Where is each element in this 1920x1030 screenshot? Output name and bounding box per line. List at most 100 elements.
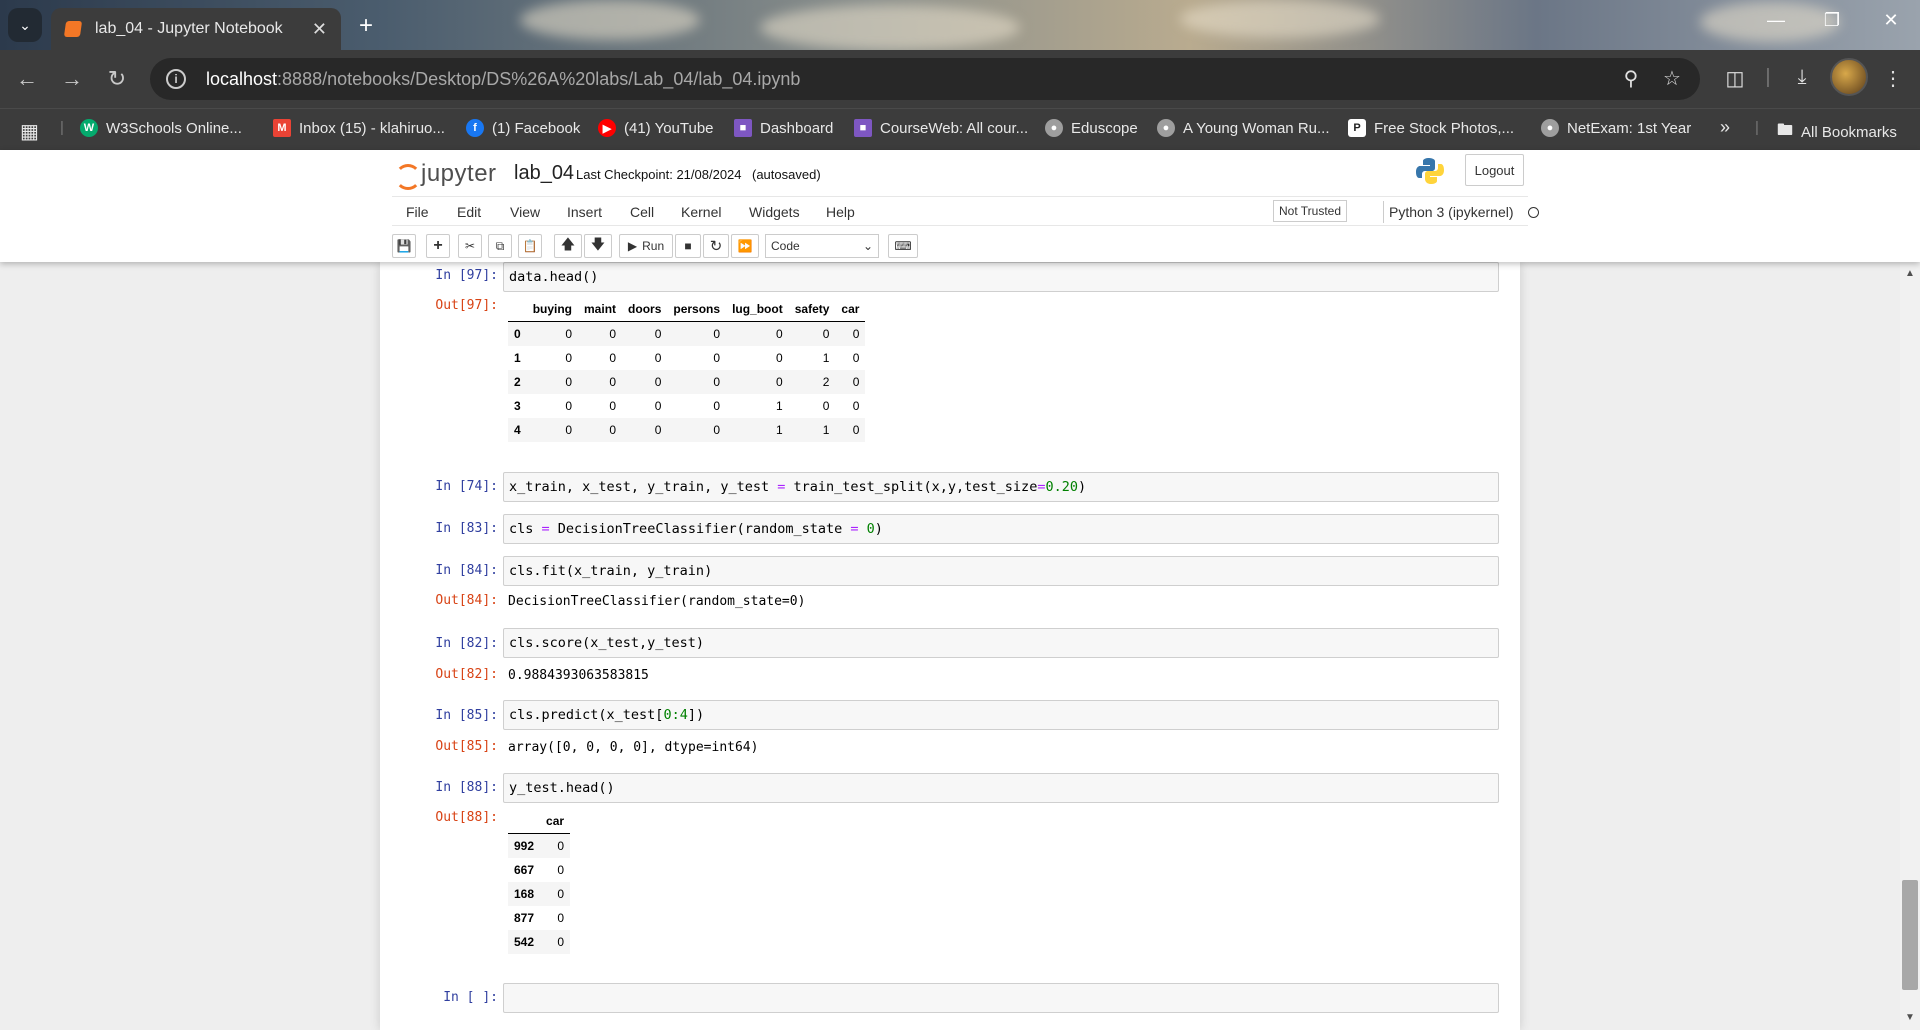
copy-icon[interactable]: ⧉ bbox=[488, 234, 512, 258]
empty-code-cell-input[interactable] bbox=[503, 983, 1499, 1013]
wallpaper-cloud bbox=[1180, 0, 1380, 38]
code-cell-input[interactable]: data.head() bbox=[503, 262, 1499, 292]
bookmark-pexels[interactable]: P Free Stock Photos,... bbox=[1348, 119, 1514, 137]
forward-icon[interactable]: → bbox=[57, 66, 87, 92]
insert-cell-icon[interactable]: + bbox=[426, 234, 450, 258]
jupyter-logo[interactable]: jupyter bbox=[393, 160, 497, 190]
back-icon[interactable]: ← bbox=[12, 66, 42, 92]
bookmark-star-icon[interactable]: ☆ bbox=[1657, 66, 1687, 91]
run-icon: ▶ bbox=[627, 239, 638, 253]
scroll-down-icon[interactable]: ▼ bbox=[1900, 1012, 1920, 1023]
bookmark-netexam[interactable]: ● NetExam: 1st Year bbox=[1541, 119, 1691, 137]
code-number: 4 bbox=[679, 707, 688, 723]
table-cell: 0 bbox=[852, 351, 860, 365]
globe-icon: ● bbox=[1157, 119, 1175, 137]
checkpoint-status: Last Checkpoint: 21/08/2024 bbox=[576, 167, 742, 182]
menu-file[interactable]: File bbox=[406, 204, 429, 220]
all-bookmarks-button[interactable]: 🖿 All Bookmarks bbox=[1777, 119, 1897, 146]
table-cell: 0 bbox=[609, 375, 617, 389]
address-bar[interactable]: i localhost :8888/notebooks/Desktop/DS%2… bbox=[150, 58, 1700, 100]
bookmark-dashboard[interactable]: ■ Dashboard bbox=[734, 119, 833, 137]
notebook-name[interactable]: lab_04 bbox=[514, 162, 574, 185]
moodle-icon: ■ bbox=[734, 119, 752, 137]
code-cell-input[interactable]: cls.predict(x_test[0:4]) bbox=[503, 700, 1499, 730]
row-index: 3 bbox=[514, 399, 521, 413]
code-cell-input[interactable]: x_train, x_test, y_train, y_test = train… bbox=[503, 472, 1499, 502]
stop-icon[interactable]: ■ bbox=[675, 234, 701, 258]
code-cell-input[interactable]: cls.score(x_test,y_test) bbox=[503, 628, 1499, 658]
folder-icon: 🖿 bbox=[1777, 122, 1794, 139]
menu-cell[interactable]: Cell bbox=[630, 204, 654, 220]
menu-kebab-icon[interactable]: ⋮ bbox=[1878, 66, 1908, 91]
fast-forward-icon[interactable]: ⏩ bbox=[731, 234, 759, 258]
table-cell: 1 bbox=[776, 399, 783, 413]
menu-view[interactable]: View bbox=[510, 204, 540, 220]
code-cell-input[interactable]: y_test.head() bbox=[503, 773, 1499, 803]
paste-icon[interactable]: 📋 bbox=[518, 234, 542, 258]
run-button[interactable]: ▶ Run bbox=[619, 234, 673, 258]
bookmark-youtube[interactable]: ▶ (41) YouTube bbox=[598, 119, 714, 137]
apps-grid-icon[interactable]: ▦ bbox=[20, 119, 39, 144]
row-index: 1 bbox=[514, 351, 521, 365]
save-icon[interactable]: 💾 bbox=[392, 234, 416, 258]
active-tab[interactable]: lab_04 - Jupyter Notebook ✕ bbox=[51, 8, 341, 50]
bookmark-label: A Young Woman Ru... bbox=[1183, 119, 1330, 137]
menu-widgets[interactable]: Widgets bbox=[749, 204, 800, 220]
scroll-up-icon[interactable]: ▲ bbox=[1900, 268, 1920, 279]
restart-icon[interactable]: ↻ bbox=[703, 234, 729, 258]
cut-icon[interactable]: ✂ bbox=[458, 234, 482, 258]
table-cell: 0 bbox=[852, 423, 860, 437]
keyboard-icon[interactable]: ⌨ bbox=[888, 234, 918, 258]
trust-status-button[interactable]: Not Trusted bbox=[1273, 200, 1348, 222]
close-tab-icon[interactable]: ✕ bbox=[312, 19, 327, 40]
logout-button[interactable]: Logout bbox=[1465, 154, 1524, 186]
move-down-icon[interactable]: 🡇 bbox=[584, 234, 612, 258]
move-up-icon[interactable]: 🡅 bbox=[554, 234, 582, 258]
wallpaper-cloud bbox=[760, 5, 1020, 50]
bookmarks-divider: | bbox=[1755, 119, 1759, 136]
site-info-icon[interactable]: i bbox=[166, 69, 186, 89]
menu-kernel[interactable]: Kernel bbox=[681, 204, 721, 220]
restore-icon[interactable]: ❐ bbox=[1812, 10, 1852, 31]
code-operator: = bbox=[541, 521, 550, 537]
minimize-icon[interactable]: — bbox=[1756, 10, 1796, 31]
reload-icon[interactable]: ↻ bbox=[102, 66, 132, 92]
bookmark-young-woman[interactable]: ● A Young Woman Ru... bbox=[1157, 119, 1330, 137]
bookmark-facebook[interactable]: f (1) Facebook bbox=[466, 119, 580, 137]
menu-help[interactable]: Help bbox=[826, 204, 855, 220]
downloads-icon[interactable]: ⤓ bbox=[1787, 66, 1817, 89]
table-cell: 0 bbox=[776, 375, 783, 389]
menu-edit[interactable]: Edit bbox=[457, 204, 481, 220]
table-row: 992 0 bbox=[508, 833, 571, 858]
close-window-icon[interactable]: ✕ bbox=[1871, 10, 1911, 31]
scrollbar-thumb[interactable] bbox=[1902, 880, 1918, 990]
table-cell: 0 bbox=[852, 327, 860, 341]
cell-type-select[interactable]: Code ⌄ bbox=[765, 234, 879, 258]
bookmark-w3schools[interactable]: W W3Schools Online... bbox=[80, 119, 242, 137]
menu-insert[interactable]: Insert bbox=[567, 204, 602, 220]
table-row: 877 0 bbox=[508, 906, 570, 930]
bookmark-label: NetExam: 1st Year bbox=[1567, 119, 1692, 137]
bookmark-eduscope[interactable]: ● Eduscope bbox=[1045, 119, 1138, 137]
jupyter-header: jupyter lab_04 Last Checkpoint: 21/08/20… bbox=[0, 150, 1920, 262]
code-cell-input[interactable]: cls = DecisionTreeClassifier(random_stat… bbox=[503, 514, 1499, 544]
profile-avatar[interactable] bbox=[1830, 58, 1868, 96]
extensions-icon[interactable]: ◫ bbox=[1720, 66, 1750, 91]
row-index: 4 bbox=[514, 423, 521, 437]
table-cell: 0 bbox=[654, 423, 662, 437]
table-header-cell: persons bbox=[673, 302, 721, 316]
output-prompt: Out[85]: bbox=[435, 739, 498, 754]
zoom-icon[interactable]: ⚲ bbox=[1616, 66, 1646, 91]
kernel-indicator[interactable]: Python 3 (ipykernel) bbox=[1383, 201, 1539, 223]
table-cell: 1 bbox=[776, 423, 783, 437]
code-number: 0 bbox=[663, 707, 672, 723]
code-cell-input[interactable]: cls.fit(x_train, y_train) bbox=[503, 556, 1499, 586]
table-cell: 1 bbox=[822, 351, 830, 365]
more-bookmarks-button[interactable]: » bbox=[1720, 117, 1730, 138]
table-header-row: car bbox=[508, 809, 571, 834]
new-tab-button[interactable]: + bbox=[352, 12, 380, 40]
bookmark-courseweb[interactable]: ■ CourseWeb: All cour... bbox=[854, 119, 1028, 137]
tab-search-icon[interactable]: ⌄ bbox=[8, 8, 42, 42]
bookmark-gmail[interactable]: M Inbox (15) - klahiruo... bbox=[273, 119, 445, 137]
table-cell: 0 bbox=[557, 863, 565, 877]
